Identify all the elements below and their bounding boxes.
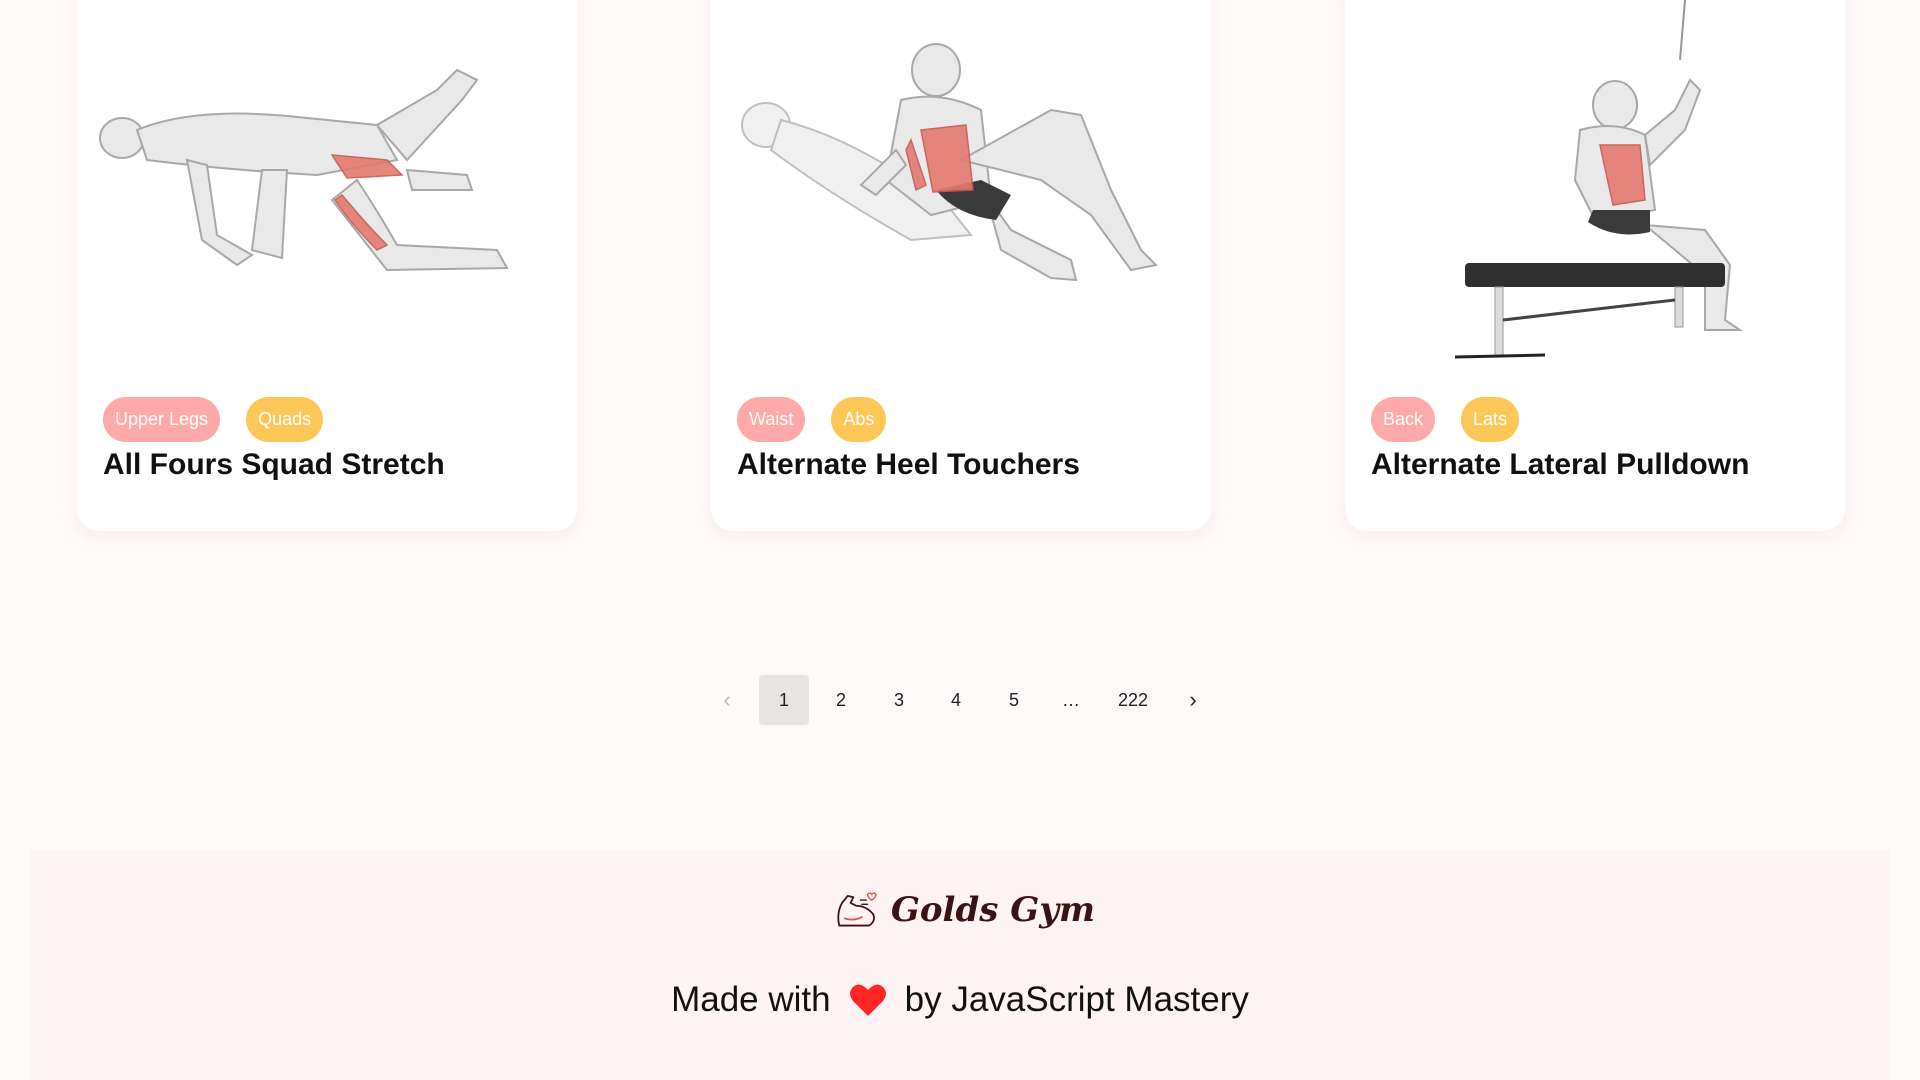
body-part-tag[interactable]: Back xyxy=(1371,397,1436,442)
exercise-grid: Upper Legs Quads All Fours Squad Stretch xyxy=(0,0,1920,535)
target-muscle-tag[interactable]: Quads xyxy=(246,397,324,442)
exercise-image xyxy=(711,0,1211,360)
heart-icon xyxy=(849,984,886,1016)
page-button-2[interactable]: 2 xyxy=(816,675,866,725)
exercise-card[interactable]: Waist Abs Alternate Heel Touchers xyxy=(711,0,1211,531)
exercise-name: All Fours Squad Stretch xyxy=(103,448,445,481)
next-page-button[interactable]: › xyxy=(1168,675,1218,725)
page-button-5[interactable]: 5 xyxy=(989,675,1039,725)
brand-name: Golds Gym xyxy=(890,890,1095,930)
chevron-right-icon: › xyxy=(1189,687,1197,712)
made-with-credit: Made with by JavaScript Mastery xyxy=(30,980,1890,1020)
footer-logo[interactable]: Golds Gym xyxy=(835,880,1095,940)
exercise-tags: Waist Abs xyxy=(737,397,887,442)
made-with-prefix: Made with xyxy=(671,980,831,1019)
pagination-ellipsis: … xyxy=(1062,690,1080,710)
page: Upper Legs Quads All Fours Squad Stretch xyxy=(0,0,1920,1080)
exercise-name: Alternate Lateral Pulldown xyxy=(1371,448,1750,481)
chevron-left-icon: ‹ xyxy=(723,687,731,712)
page-button-last[interactable]: 222 xyxy=(1108,675,1158,725)
target-muscle-tag[interactable]: Lats xyxy=(1461,397,1520,442)
footer: Golds Gym Made with by JavaScript Master… xyxy=(30,850,1890,1080)
pagination: ‹ 1 2 3 4 5 … 222 › xyxy=(0,675,1920,725)
exercise-tags: Back Lats xyxy=(1371,397,1520,442)
target-muscle-tag[interactable]: Abs xyxy=(831,397,887,442)
page-button-4[interactable]: 4 xyxy=(931,675,981,725)
body-part-tag[interactable]: Waist xyxy=(737,397,806,442)
page-button-3[interactable]: 3 xyxy=(874,675,924,725)
exercise-tags: Upper Legs Quads xyxy=(103,397,324,442)
exercise-card[interactable]: Back Lats Alternate Lateral Pulldown xyxy=(1345,0,1845,531)
flexed-arm-logo-icon xyxy=(837,892,877,927)
exercise-image xyxy=(77,0,577,360)
previous-page-button[interactable]: ‹ xyxy=(702,675,752,725)
exercise-card[interactable]: Upper Legs Quads All Fours Squad Stretch xyxy=(77,0,577,531)
made-with-suffix: by JavaScript Mastery xyxy=(904,980,1249,1019)
page-button-1[interactable]: 1 xyxy=(759,675,809,725)
body-part-tag[interactable]: Upper Legs xyxy=(103,397,221,442)
exercise-image xyxy=(1345,0,1845,360)
exercise-name: Alternate Heel Touchers xyxy=(737,448,1080,481)
